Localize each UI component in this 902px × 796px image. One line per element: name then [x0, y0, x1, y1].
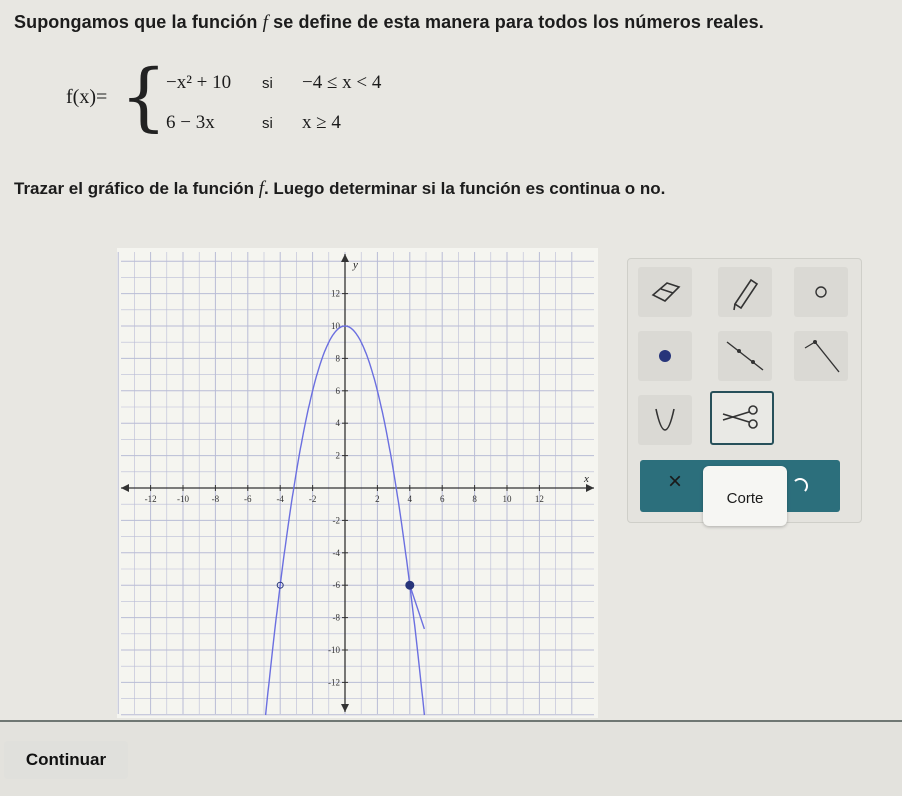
piece-2-si: si [262, 115, 273, 132]
y-tick-label: 8 [336, 353, 341, 363]
x-axis-label: x [583, 473, 589, 485]
cut-label: Corte [726, 490, 764, 507]
x-tick-label: 4 [408, 494, 413, 504]
y-axis-up-arrow [341, 254, 349, 262]
close-icon[interactable]: × [668, 468, 682, 496]
x-tick-label: 12 [535, 494, 544, 504]
piece-row-1: −x² + 10 si −4 ≤ x < 4 [166, 72, 381, 94]
segment-tool[interactable] [718, 331, 772, 381]
graph-area[interactable]: x y -12 -10 -8 -6 -4 -2 2 4 6 8 10 12 12 10 8 6 4 2 -2 -4 -6 -8… [117, 248, 598, 718]
x-tick-label: -12 [145, 494, 157, 504]
y-tick-label: 2 [336, 451, 341, 461]
y-axis-down-arrow [341, 704, 349, 712]
y-tick-label: -12 [328, 677, 340, 687]
y-tick-label: -6 [333, 580, 341, 590]
ray-icon [804, 340, 840, 373]
scissors-icon [722, 405, 758, 429]
closed-endpoint [405, 580, 415, 590]
piece-1-condition: −4 ≤ x < 4 [302, 72, 382, 93]
pencil-icon [733, 278, 759, 311]
parabola-icon [655, 408, 675, 431]
footer-bar [0, 720, 902, 796]
instruction-text-start: Trazar el gráfico de la función [14, 179, 254, 198]
x-tick-label: -10 [177, 494, 189, 504]
y-tick-label: -8 [333, 613, 341, 623]
filled-circle-icon [659, 350, 671, 362]
scissors-tool[interactable] [710, 391, 774, 445]
y-tick-label: 10 [331, 321, 341, 331]
open-circle-icon [815, 286, 827, 298]
ray-tool[interactable] [794, 331, 848, 381]
segment-icon [726, 341, 764, 371]
parabola-tool[interactable] [638, 395, 692, 445]
y-tick-label: -2 [333, 515, 341, 525]
piece-1-si: si [262, 75, 273, 92]
function-lhs: f(x)= [66, 86, 108, 108]
x-tick-label: 8 [472, 494, 477, 504]
y-axis-label: y [352, 259, 358, 271]
prompt-function-name: f [262, 12, 269, 33]
y-tick-label: 6 [336, 386, 341, 396]
x-tick-label: -8 [212, 494, 220, 504]
piece-1-expression: −x² + 10 [166, 72, 232, 93]
eraser-icon [651, 282, 681, 302]
x-tick-label: 2 [375, 494, 380, 504]
x-tick-label: -6 [244, 494, 252, 504]
cut-tooltip[interactable]: Corte [703, 466, 787, 526]
piece-2-expression: 6 − 3x [166, 112, 215, 133]
open-point-tool[interactable] [794, 267, 848, 317]
problem-statement: Supongamos que la función f se define de… [14, 12, 764, 34]
x-axis-right-arrow [586, 484, 594, 492]
prompt-text-end: se define de esta manera para todos los … [273, 12, 764, 32]
x-axis-left-arrow [121, 484, 129, 492]
prompt-text-start: Supongamos que la función [14, 12, 258, 32]
piece-2-condition: x ≥ 4 [302, 112, 341, 133]
y-tick-label: 4 [336, 418, 341, 428]
eraser-tool[interactable] [638, 267, 692, 317]
coordinate-grid[interactable]: x y -12 -10 -8 -6 -4 -2 2 4 6 8 10 12 12 10 8 6 4 2 -2 -4 -6 -8… [117, 248, 598, 718]
x-tick-label: 10 [503, 494, 513, 504]
y-tick-label: -4 [333, 548, 341, 558]
continue-button[interactable]: Continuar [4, 741, 128, 779]
closed-point-tool[interactable] [638, 331, 692, 381]
instruction-text: Trazar el gráfico de la función f. Luego… [14, 178, 665, 200]
x-tick-label: -4 [276, 494, 284, 504]
instruction-text-end: . Luego determinar si la función es cont… [263, 179, 666, 198]
pencil-tool[interactable] [718, 267, 772, 317]
x-tick-label: 6 [440, 494, 445, 504]
piece-row-2: 6 − 3x si x ≥ 4 [166, 112, 341, 134]
left-brace: { [120, 54, 168, 140]
y-tick-label: -10 [328, 645, 340, 655]
y-tick-label: 12 [331, 289, 340, 299]
loading-spinner-icon [792, 478, 808, 494]
x-tick-label: -2 [309, 494, 317, 504]
